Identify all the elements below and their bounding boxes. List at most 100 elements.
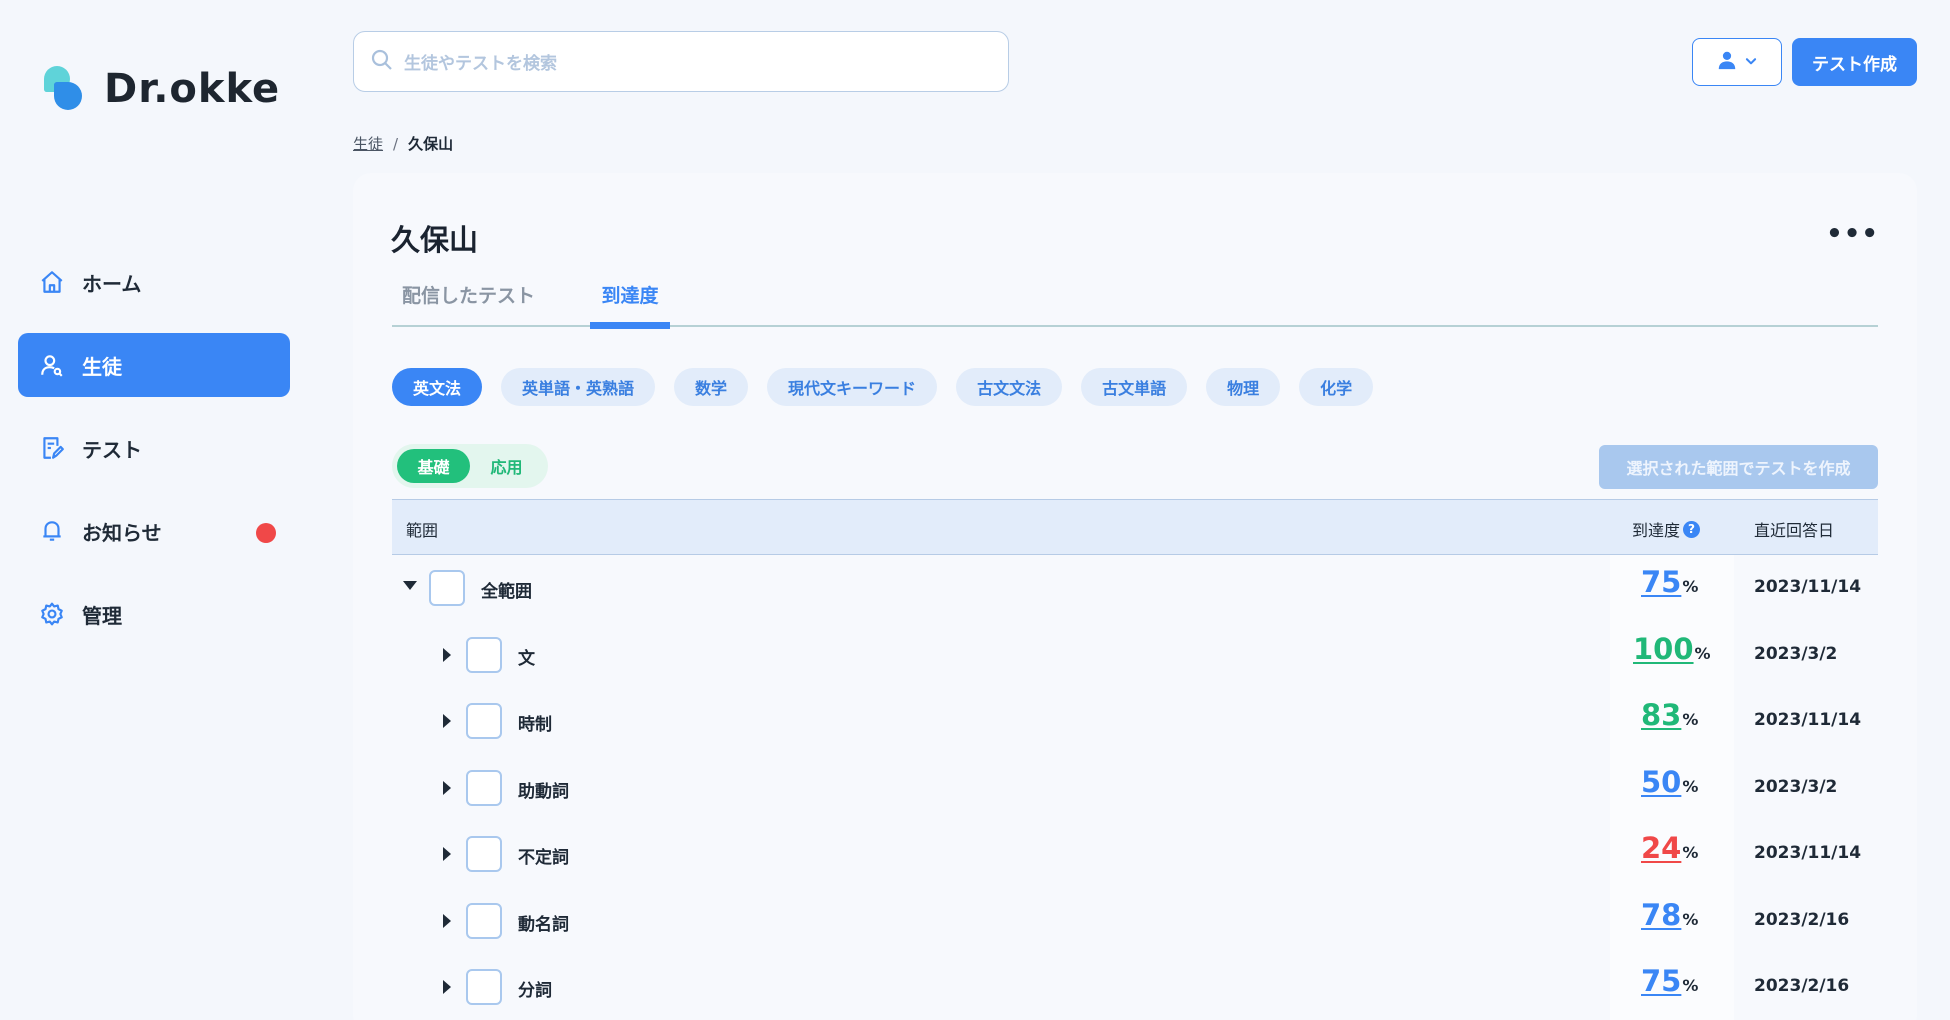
sidebar-item-home[interactable]: ホーム bbox=[18, 250, 290, 314]
subject-chip-english-grammar[interactable]: 英文法 bbox=[392, 368, 483, 406]
row-rate[interactable]: 75% bbox=[1641, 964, 1698, 998]
level-basic-option[interactable]: 基礎 bbox=[397, 449, 470, 483]
caret-right-icon[interactable] bbox=[443, 913, 451, 928]
table-row: 文 100% 2023/3/2 bbox=[392, 622, 1878, 688]
row-rate[interactable]: 50% bbox=[1641, 765, 1698, 799]
row-last-answered: 2023/11/14 bbox=[1754, 710, 1862, 730]
sidebar-item-admin[interactable]: 管理 bbox=[18, 582, 290, 646]
row-rate-value: 24 bbox=[1641, 831, 1682, 865]
test-icon bbox=[38, 434, 66, 462]
caret-down-icon[interactable] bbox=[403, 581, 417, 590]
subject-chips: 英文法 英単語・英熟語 数学 現代文キーワード 古文文法 古文単語 物理 化学 bbox=[392, 368, 1392, 406]
row-rate-percent: % bbox=[1682, 909, 1699, 929]
row-rate-percent: % bbox=[1682, 776, 1699, 796]
notification-badge bbox=[256, 523, 276, 543]
subject-chip-chemistry[interactable]: 化学 bbox=[1299, 368, 1374, 406]
search-icon bbox=[370, 48, 394, 76]
row-label: 助動詞 bbox=[518, 781, 569, 802]
subject-chip-modern-japanese[interactable]: 現代文キーワード bbox=[767, 368, 938, 406]
caret-right-icon[interactable] bbox=[443, 780, 451, 795]
row-rate[interactable]: 24% bbox=[1641, 831, 1698, 865]
help-icon[interactable]: ? bbox=[1683, 520, 1701, 538]
table-header: 範囲 到達度 ? 直近回答日 bbox=[392, 499, 1878, 555]
row-rate[interactable]: 83% bbox=[1641, 698, 1698, 732]
header-rate-label: 到達度 bbox=[1632, 521, 1681, 540]
row-checkbox[interactable] bbox=[466, 636, 502, 673]
sidebar-item-students[interactable]: 生徒 bbox=[18, 333, 290, 397]
sidebar-item-label: テスト bbox=[82, 437, 142, 462]
row-rate-value: 75 bbox=[1641, 964, 1682, 998]
row-rate-percent: % bbox=[1694, 643, 1711, 663]
search-input[interactable]: 生徒やテストを検索 bbox=[353, 31, 1009, 92]
sidebar-nav: ホーム 生徒 テスト お知らせ 管理 bbox=[18, 250, 290, 665]
search-placeholder: 生徒やテストを検索 bbox=[404, 54, 557, 74]
row-checkbox[interactable] bbox=[466, 703, 502, 739]
level-toggle: 基礎 応用 bbox=[392, 444, 548, 488]
home-icon bbox=[38, 268, 66, 296]
row-last-answered: 2023/3/2 bbox=[1754, 643, 1838, 664]
table-row: 助動詞 50% 2023/3/2 bbox=[392, 755, 1878, 821]
sidebar-item-label: 管理 bbox=[82, 603, 122, 628]
gear-icon bbox=[38, 600, 66, 628]
page-title: 久保山 bbox=[391, 223, 479, 257]
caret-right-icon[interactable] bbox=[443, 847, 451, 861]
sidebar-item-label: 生徒 bbox=[82, 354, 122, 379]
row-rate[interactable]: 100% bbox=[1633, 632, 1711, 666]
create-range-test-button[interactable]: 選択された範囲でテストを作成 bbox=[1599, 445, 1878, 489]
row-checkbox[interactable] bbox=[429, 570, 465, 606]
logo-mark-icon bbox=[40, 64, 90, 114]
tab-bar: 配信したテスト 到達度 bbox=[392, 273, 1878, 329]
caret-right-icon[interactable] bbox=[443, 647, 451, 662]
level-applied-option[interactable]: 応用 bbox=[470, 449, 543, 483]
bell-icon bbox=[38, 517, 66, 545]
row-rate-percent: % bbox=[1682, 976, 1699, 995]
row-last-answered: 2023/11/14 bbox=[1754, 843, 1862, 863]
table-row: 全範囲 75% 2023/11/14 bbox=[392, 555, 1878, 621]
row-checkbox[interactable] bbox=[466, 969, 502, 1005]
breadcrumb-separator: / bbox=[393, 134, 399, 153]
row-checkbox[interactable] bbox=[466, 836, 502, 872]
row-rate[interactable]: 75% bbox=[1641, 565, 1698, 599]
user-icon bbox=[1716, 49, 1738, 75]
create-test-button[interactable]: テスト作成 bbox=[1792, 38, 1917, 86]
row-checkbox[interactable] bbox=[466, 769, 502, 806]
row-label: 文 bbox=[518, 648, 535, 669]
table-row: 時制 83% 2023/11/14 bbox=[392, 688, 1878, 754]
row-label: 動名詞 bbox=[518, 914, 569, 935]
table-row: 不定詞 24% 2023/11/14 bbox=[392, 821, 1878, 887]
subject-chip-english-vocab[interactable]: 英単語・英熟語 bbox=[501, 368, 656, 406]
subject-chip-physics[interactable]: 物理 bbox=[1206, 368, 1281, 406]
user-menu-button[interactable] bbox=[1692, 38, 1782, 86]
caret-right-icon[interactable] bbox=[443, 714, 451, 728]
row-label: 不定詞 bbox=[518, 848, 569, 868]
row-label: 時制 bbox=[518, 715, 552, 735]
subject-chip-classical-grammar[interactable]: 古文文法 bbox=[956, 368, 1063, 406]
row-rate-percent: % bbox=[1682, 577, 1699, 596]
table-row: 分詞 75% 2023/2/16 bbox=[392, 954, 1878, 1020]
row-rate-value: 83 bbox=[1641, 698, 1682, 732]
sidebar-item-label: ホーム bbox=[82, 271, 142, 296]
row-rate-value: 50 bbox=[1641, 764, 1682, 799]
subject-chip-math[interactable]: 数学 bbox=[674, 368, 749, 406]
breadcrumb-students-link[interactable]: 生徒 bbox=[353, 133, 383, 154]
logo[interactable]: Dr.okke bbox=[40, 64, 280, 114]
sidebar-item-test[interactable]: テスト bbox=[18, 416, 290, 480]
tab-delivered-tests[interactable]: 配信したテスト bbox=[402, 273, 535, 325]
sidebar-item-notifications[interactable]: お知らせ bbox=[18, 499, 290, 563]
logo-text: Dr.okke bbox=[104, 66, 281, 112]
breadcrumb: 生徒 / 久保山 bbox=[353, 133, 453, 154]
student-icon bbox=[38, 351, 66, 379]
row-label: 全範囲 bbox=[481, 582, 532, 602]
tab-achievement[interactable]: 到達度 bbox=[590, 273, 670, 329]
row-rate[interactable]: 78% bbox=[1641, 898, 1698, 932]
student-detail-card: 久保山 ••• 配信したテスト 到達度 英文法 英単語・英熟語 数学 現代文キー… bbox=[353, 173, 1917, 1020]
row-checkbox[interactable] bbox=[466, 902, 502, 939]
more-options-button[interactable]: ••• bbox=[1826, 219, 1879, 249]
row-label: 分詞 bbox=[518, 981, 552, 1001]
row-rate-value: 100 bbox=[1633, 631, 1694, 666]
row-last-answered: 2023/3/2 bbox=[1754, 776, 1838, 797]
caret-right-icon[interactable] bbox=[443, 980, 451, 994]
subject-chip-classical-vocab[interactable]: 古文単語 bbox=[1081, 368, 1188, 406]
sidebar: Dr.okke ホーム 生徒 テスト お知らせ 管理 bbox=[0, 0, 314, 1020]
row-rate-value: 75 bbox=[1641, 565, 1682, 599]
